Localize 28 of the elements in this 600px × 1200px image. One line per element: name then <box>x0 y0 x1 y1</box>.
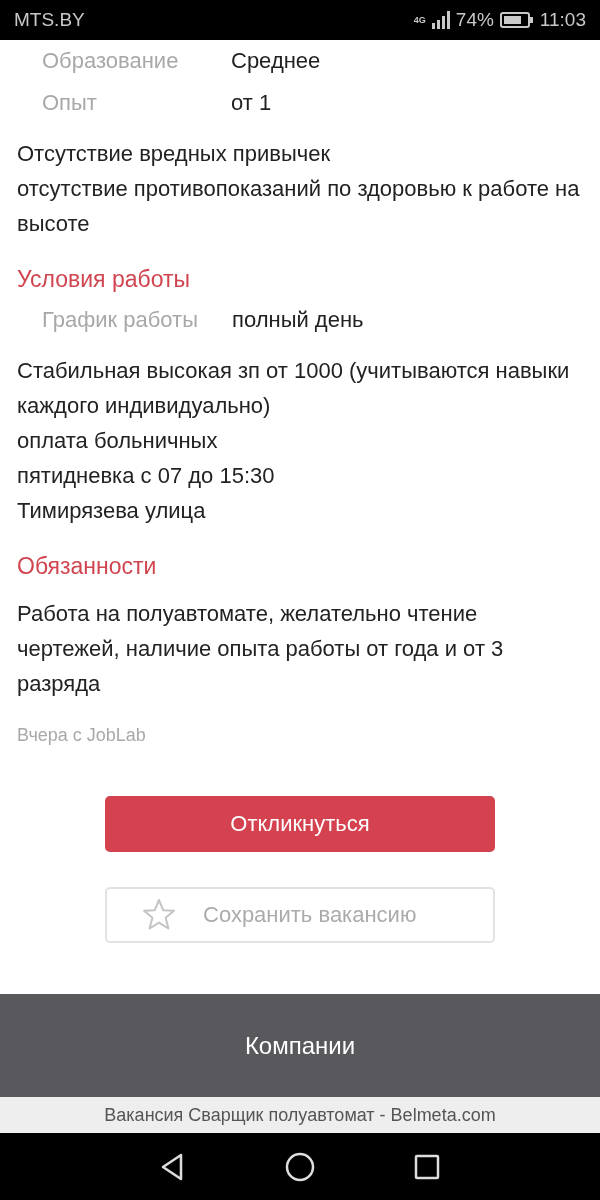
section-heading: Условия работы <box>17 265 192 294</box>
clock: 11:03 <box>539 9 586 31</box>
description-line: оплата больничных <box>17 427 219 455</box>
apply-button[interactable]: Откликнуться <box>105 796 495 852</box>
description-line: Тимирязева улица <box>17 497 207 525</box>
description-line: Отсутствие вредных привычек <box>17 140 332 168</box>
save-button[interactable]: Сохранить вакансию <box>105 887 495 943</box>
field-value: полный день <box>232 307 364 333</box>
field-label: Опыт <box>42 90 98 116</box>
section-heading: Обязанности <box>17 552 158 581</box>
battery-percent: 74% <box>455 9 494 31</box>
home-icon[interactable] <box>284 1150 316 1183</box>
network-type: 4G <box>413 15 426 25</box>
field-value: Среднее <box>231 48 321 74</box>
description-line: Стабильная высокая зп от 1000 (учитываются навыки каждого индивидуально) <box>17 357 571 420</box>
field-label: График работы <box>42 307 198 333</box>
field-value: от 1 <box>231 90 272 116</box>
description-line: Работа на полуавтомате, желательно чтение чертежей, наличие опыта работы от года и от 3 разряда <box>17 600 505 698</box>
companies-link[interactable]: Компании <box>0 994 600 1097</box>
signal-icon <box>431 11 450 29</box>
carrier-name: MTS.BY <box>14 9 86 31</box>
description-line: отсутствие противопоказаний по здоровью к работе на высоте <box>17 175 581 238</box>
page-title: Вакансия Сварщик полуавтомат - Belmeta.com <box>0 1097 600 1133</box>
source-note: Вчера с JobLab <box>17 725 147 746</box>
star-icon <box>141 897 177 933</box>
description-line: пятидневка с 07 до 15:30 <box>17 462 276 490</box>
battery-icon <box>499 11 534 29</box>
field-label: Образование <box>42 48 180 74</box>
